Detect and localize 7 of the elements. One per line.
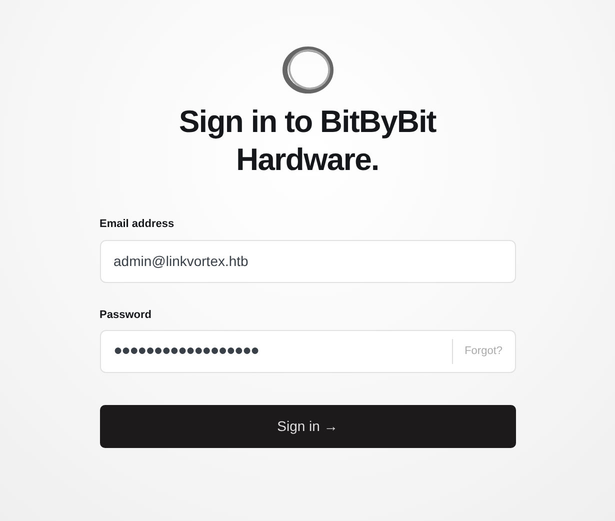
logo-icon [280,45,334,95]
email-field[interactable]: admin@linkvortex.htb [100,240,516,282]
field-label: Password [100,308,152,322]
field-label: Email address [100,217,176,232]
page-title: Sign in to BitByBit Hardware. [178,103,438,179]
password-field[interactable]: ●●●●●●●●●●●●●●●●●● Forgot? [100,330,516,373]
sign-in-button[interactable]: Sign in → [100,405,516,448]
